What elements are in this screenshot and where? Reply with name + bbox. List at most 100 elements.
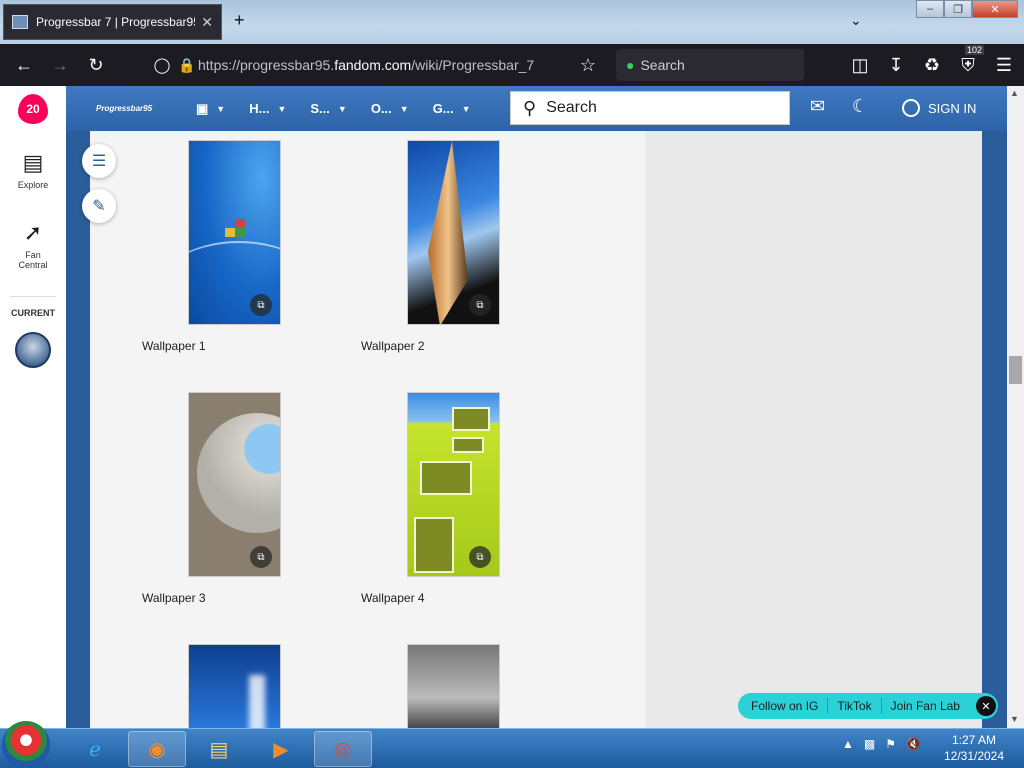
gallery-thumbnail-1[interactable]: ⧉ — [188, 140, 281, 325]
gallery-thumbnail-3[interactable]: ⧉ — [188, 392, 281, 577]
gallery-thumbnail-5[interactable] — [188, 644, 281, 728]
volume-muted-icon[interactable]: 🔇 — [906, 737, 921, 751]
clock-time: 1:27 AM — [951, 733, 997, 747]
system-clock[interactable]: 1:27 AM 12/31/2024 — [938, 732, 1010, 764]
expand-icon[interactable]: ⧉ — [469, 546, 491, 568]
expand-icon[interactable]: ⧉ — [250, 546, 272, 568]
explore-label: Explore — [17, 180, 49, 190]
page-scrollbar[interactable]: ▲ ▼ — [1007, 86, 1024, 728]
sign-in-label: SIGN IN — [928, 100, 977, 116]
shield-icon[interactable]: ◯ — [148, 47, 176, 83]
nav-item-2[interactable]: S... ▼ — [310, 101, 346, 116]
action-center-flag-icon[interactable]: ⚑ — [885, 737, 896, 751]
balcony — [414, 517, 454, 573]
sign-in-button[interactable]: SIGN IN — [902, 99, 976, 117]
balcony — [452, 407, 490, 431]
current-wiki-avatar[interactable] — [15, 332, 51, 368]
list-all-tabs-chevron-icon[interactable]: ⌄ — [850, 12, 862, 29]
nav-item-label: G... — [432, 101, 454, 116]
social-follow-bar: Follow on IG TikTok Join Fan Lab — [738, 693, 998, 719]
web-search-input[interactable]: ● Search — [616, 49, 804, 81]
system-tray: ▲ ▩ ⚑ 🔇 — [842, 737, 921, 751]
bookmark-star-icon[interactable]: ☆ — [570, 47, 606, 83]
rocket-icon: ➚ — [23, 220, 43, 245]
social-bar-close-button[interactable]: ✕ — [976, 696, 996, 716]
forward-arrow-icon[interactable]: → — [42, 47, 78, 83]
fan-lab-link[interactable]: Join Fan Lab — [882, 698, 969, 714]
gallery-thumbnail-2[interactable]: ⧉ — [407, 140, 500, 325]
theme-moon-icon[interactable]: ☾ — [852, 96, 868, 117]
reload-icon[interactable]: ↻ — [78, 47, 114, 83]
pencil-icon: ✎ — [92, 198, 106, 215]
chrome-icon[interactable]: ◎ — [314, 731, 372, 767]
list-icon: ☰ — [91, 153, 107, 170]
nav-item-4[interactable]: G... ▼ — [433, 101, 471, 116]
article-content — [90, 131, 646, 728]
firefox-icon[interactable]: ◉ — [128, 731, 186, 767]
scrollbar-thumb[interactable] — [1009, 356, 1022, 384]
nav-item-label: O... — [370, 101, 392, 116]
edit-button[interactable]: ✎ — [82, 189, 116, 223]
search-icon: ⚲ — [523, 97, 537, 118]
gallery-thumbnail-6[interactable] — [407, 644, 500, 728]
home-icon: ▣ — [196, 100, 209, 116]
balcony — [452, 437, 484, 453]
window-controls: – ❐ ✕ — [916, 0, 1018, 18]
new-tab-button[interactable]: + — [234, 10, 245, 31]
media-player-icon[interactable]: ▶ — [252, 731, 310, 767]
maximize-button[interactable]: ❐ — [944, 0, 972, 18]
tab-title: Progressbar 7 | Progressbar95 W — [36, 15, 196, 29]
file-explorer-icon[interactable]: ▤ — [190, 731, 248, 767]
web-search-placeholder: Search — [640, 57, 685, 73]
scroll-up-arrow-icon[interactable]: ▲ — [1010, 88, 1019, 98]
user-icon — [902, 99, 920, 117]
wiki-logo[interactable]: Progressbar95 — [96, 100, 172, 118]
close-window-button[interactable]: ✕ — [972, 0, 1018, 18]
browser-tab[interactable]: Progressbar 7 | Progressbar95 W ✕ — [3, 4, 222, 40]
current-wiki-label: CURRENT — [11, 308, 55, 318]
scroll-down-arrow-icon[interactable]: ▼ — [1010, 714, 1019, 724]
clock-date: 12/31/2024 — [943, 749, 1005, 763]
tab-close-icon[interactable]: ✕ — [201, 14, 213, 31]
url-bar[interactable]: ◯ 🔒 https://progressbar95.fandom.com/wik… — [148, 49, 608, 81]
network-icon[interactable]: ▩ — [864, 737, 875, 751]
pocket-icon[interactable]: ◫ — [842, 47, 878, 83]
follow-ig-link[interactable]: Follow on IG — [738, 698, 829, 714]
minimize-button[interactable]: – — [916, 0, 944, 18]
gallery-caption-2: Wallpaper 2 — [361, 339, 425, 353]
tab-favicon-icon — [12, 15, 28, 29]
discussions-icon[interactable]: ✉ — [810, 96, 825, 117]
ublock-icon[interactable]: ⛨ 102 — [950, 45, 986, 83]
back-arrow-icon[interactable]: ← — [6, 47, 42, 83]
table-of-contents-button[interactable]: ☰ — [82, 144, 116, 178]
explore-icon: ▤ — [22, 150, 44, 175]
gallery-caption-4: Wallpaper 4 — [361, 591, 425, 605]
nav-item-label: S... — [310, 101, 330, 116]
fan-central-button[interactable]: ➚ Fan Central — [0, 220, 66, 270]
extensions-icon[interactable]: ♻ — [914, 47, 950, 83]
nav-item-3[interactable]: O... ▼ — [371, 101, 409, 116]
browser-navbar: ← → ↻ ◯ 🔒 https://progressbar95.fandom.c… — [0, 44, 1024, 86]
start-button[interactable] — [2, 721, 50, 768]
show-hidden-icons-icon[interactable]: ▲ — [842, 737, 854, 751]
wiki-search-input[interactable]: ⚲ Search — [510, 91, 790, 125]
lock-icon[interactable]: 🔒 — [176, 47, 198, 83]
tiktok-link[interactable]: TikTok — [828, 698, 882, 714]
chevron-down-icon: ▼ — [277, 103, 287, 114]
downloads-icon[interactable]: ↧ — [878, 47, 914, 83]
light-beam — [249, 675, 265, 728]
expand-icon[interactable]: ⧉ — [469, 294, 491, 316]
nav-item-1[interactable]: H... ▼ — [249, 101, 286, 116]
browser-titlebar: Progressbar 7 | Progressbar95 W ✕ + ⌄ – … — [0, 0, 1024, 44]
nav-home-dropdown[interactable]: ▣ ▼ — [196, 101, 225, 117]
gallery-thumbnail-4[interactable]: ⧉ — [407, 392, 500, 577]
hamburger-menu-icon[interactable]: ☰ — [986, 47, 1022, 83]
internet-explorer-icon[interactable]: ℯ — [66, 731, 124, 767]
chevron-down-icon: ▼ — [461, 103, 471, 114]
fandom-logo-icon[interactable]: 20 — [18, 94, 48, 124]
url-text[interactable]: https://progressbar95.fandom.com/wiki/Pr… — [198, 57, 534, 73]
explore-button[interactable]: ▤ Explore — [0, 150, 66, 190]
expand-icon[interactable]: ⧉ — [250, 294, 272, 316]
windows-logo-icon — [225, 219, 245, 237]
web-page: 20 ▤ Explore ➚ Fan Central CURRENT Progr… — [0, 86, 1007, 728]
